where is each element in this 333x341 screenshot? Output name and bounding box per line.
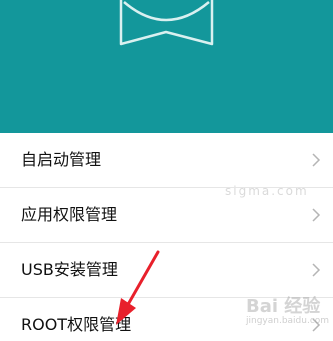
chevron-right-icon [312, 208, 321, 222]
watermark-url: jingyan.baidu.com [246, 316, 330, 326]
shield-emblem-icon [119, 0, 214, 46]
watermark-brand: Bai 经验 [246, 296, 321, 317]
chevron-right-icon [312, 263, 321, 277]
list-item-label: 应用权限管理 [21, 205, 118, 224]
list-item-label: USB安装管理 [21, 260, 118, 279]
list-item-autostart[interactable]: 自启动管理 [0, 133, 333, 188]
list-item-usb-install[interactable]: USB安装管理 [0, 243, 333, 298]
list-item-label: 自启动管理 [21, 150, 102, 169]
chevron-right-icon [312, 153, 321, 167]
watermark-faint-text: sigma.com [225, 184, 309, 198]
phone-screen: 自启动管理 应用权限管理 USB安装管理 ROOT权限管理 sigma.com … [0, 0, 333, 341]
app-header-banner [0, 0, 333, 133]
list-item-label: ROOT权限管理 [21, 315, 132, 334]
